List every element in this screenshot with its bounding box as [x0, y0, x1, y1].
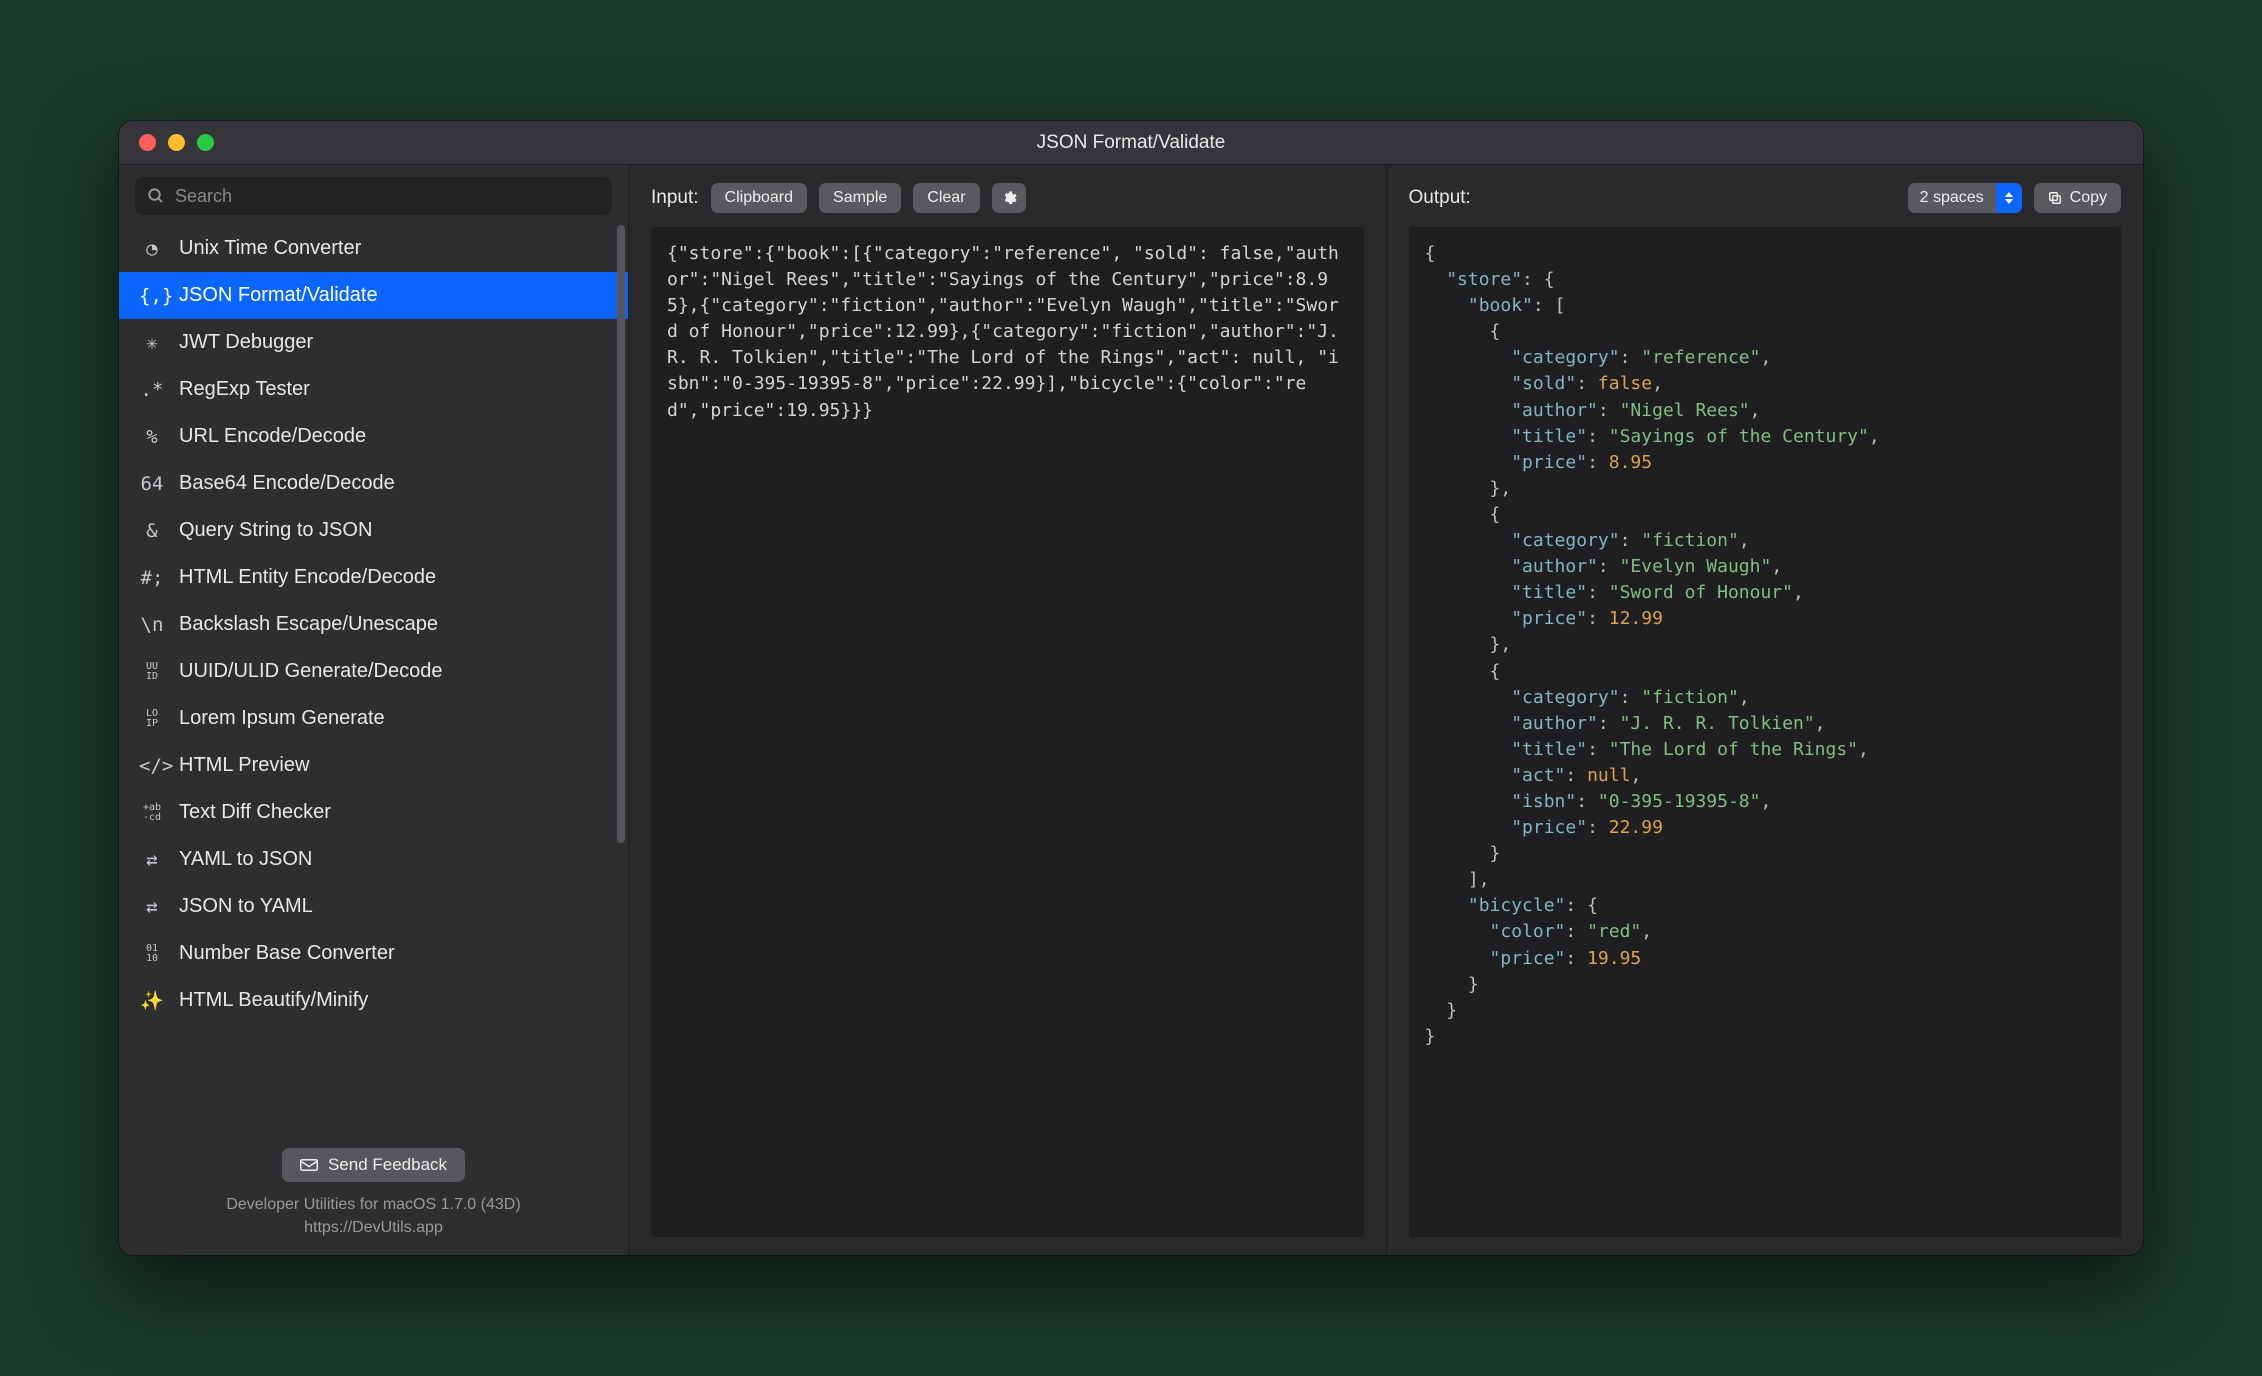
clock-icon: ◔	[139, 238, 165, 260]
sidebar-item-label: URL Encode/Decode	[179, 425, 366, 448]
sidebar-item-label: HTML Entity Encode/Decode	[179, 566, 436, 589]
footer-url: https://DevUtils.app	[129, 1217, 618, 1239]
sidebar-item-label: Number Base Converter	[179, 942, 395, 965]
sidebar-footer: Developer Utilities for macOS 1.7.0 (43D…	[119, 1190, 628, 1245]
sample-button[interactable]: Sample	[819, 183, 901, 213]
bslash-icon: \n	[139, 614, 165, 636]
minimize-window-button[interactable]	[168, 134, 185, 151]
settings-button[interactable]	[992, 183, 1026, 213]
clipboard-button[interactable]: Clipboard	[711, 183, 807, 213]
app-window: JSON Format/Validate ◔ Unix Time Converte…	[119, 121, 2143, 1255]
sidebar-item[interactable]: </> HTML Preview	[119, 742, 628, 789]
wand-icon: ✨	[139, 989, 165, 1012]
uuid-icon: UU ID	[139, 662, 165, 682]
maximize-window-button[interactable]	[197, 134, 214, 151]
sidebar-item-label: Query String to JSON	[179, 519, 372, 542]
input-pane: Input: Clipboard Sample Clear {"store":{…	[629, 165, 1386, 1255]
output-pane: Output: 2 spaces Copy	[1386, 165, 2144, 1255]
sidebar-item-label: JWT Debugger	[179, 331, 313, 354]
bits-icon: 01 10	[139, 944, 165, 964]
sidebar-item-label: RegExp Tester	[179, 378, 310, 401]
diff-icon: +ab -cd	[139, 803, 165, 823]
tool-list: ◔ Unix Time Converter {,} JSON Format/Valid…	[119, 225, 628, 1134]
sidebar-item[interactable]: {,} JSON Format/Validate	[119, 272, 628, 319]
sidebar-item-label: Lorem Ipsum Generate	[179, 707, 385, 730]
gear-icon	[1001, 190, 1017, 206]
input-textarea[interactable]: {"store":{"book":[{"category":"reference…	[651, 227, 1364, 1237]
pct-icon: %	[139, 426, 165, 448]
titlebar: JSON Format/Validate	[119, 121, 2143, 165]
input-label: Input:	[651, 187, 699, 209]
amp-icon: &	[139, 520, 165, 542]
copy-icon	[2048, 191, 2062, 205]
sidebar-item-label: Unix Time Converter	[179, 237, 361, 260]
search-icon	[147, 187, 165, 205]
sidebar-item[interactable]: +ab -cd Text Diff Checker	[119, 789, 628, 836]
send-feedback-label: Send Feedback	[328, 1155, 447, 1175]
sidebar-item-label: HTML Preview	[179, 754, 309, 777]
sidebar-item-label: JSON to YAML	[179, 895, 313, 918]
copy-button[interactable]: Copy	[2034, 183, 2121, 213]
search-input[interactable]	[135, 177, 612, 215]
sidebar-item[interactable]: 01 10 Number Base Converter	[119, 930, 628, 977]
sidebar-item[interactable]: &Query String to JSON	[119, 507, 628, 554]
main-area: Input: Clipboard Sample Clear {"store":{…	[629, 165, 2143, 1255]
sidebar-item[interactable]: ◔ Unix Time Converter	[119, 225, 628, 272]
sidebar-item[interactable]: ✨ HTML Beautify/Minify	[119, 977, 628, 1024]
sidebar-item[interactable]: UU ID UUID/ULID Generate/Decode	[119, 648, 628, 695]
b64-icon: 64	[139, 473, 165, 495]
sidebar-item-label: YAML to JSON	[179, 848, 312, 871]
sidebar-item-label: Base64 Encode/Decode	[179, 472, 395, 495]
sidebar-item[interactable]: LO IP Lorem Ipsum Generate	[119, 695, 628, 742]
sidebar-item[interactable]: ⇄ JSON to YAML	[119, 883, 628, 930]
chevron-up-down-icon	[1996, 183, 2022, 213]
send-feedback-button[interactable]: Send Feedback	[282, 1148, 465, 1182]
lorem-icon: LO IP	[139, 709, 165, 729]
traffic-lights	[119, 134, 214, 151]
sidebar-item[interactable]: #; HTML Entity Encode/Decode	[119, 554, 628, 601]
indent-value: 2 spaces	[1908, 189, 1996, 207]
braces-icon: {,}	[139, 285, 165, 307]
footer-version: Developer Utilities for macOS 1.7.0 (43D…	[129, 1194, 618, 1216]
close-window-button[interactable]	[139, 134, 156, 151]
output-label: Output:	[1409, 187, 1471, 209]
copy-label: Copy	[2070, 189, 2107, 207]
sidebar-item[interactable]: 64 Base64 Encode/Decode	[119, 460, 628, 507]
jwt-icon: ✳	[139, 332, 165, 354]
clear-button[interactable]: Clear	[913, 183, 979, 213]
sidebar-item[interactable]: ✳ JWT Debugger	[119, 319, 628, 366]
swap-icon: ⇄	[139, 849, 165, 871]
mail-icon	[300, 1159, 318, 1171]
sidebar-item[interactable]: \n Backslash Escape/Unescape	[119, 601, 628, 648]
sidebar-item[interactable]: ⇄ YAML to JSON	[119, 836, 628, 883]
swap-icon: ⇄	[139, 896, 165, 918]
hash-icon: #;	[139, 567, 165, 589]
sidebar-item-label: JSON Format/Validate	[179, 284, 378, 307]
output-textarea[interactable]: { "store": { "book": [ { "category": "re…	[1409, 227, 2122, 1237]
window-title: JSON Format/Validate	[119, 132, 2143, 154]
sidebar-scrollbar[interactable]	[617, 225, 625, 843]
sidebar-item-label: Text Diff Checker	[179, 801, 331, 824]
sidebar-item-label: HTML Beautify/Minify	[179, 989, 368, 1012]
sidebar: ◔ Unix Time Converter {,} JSON Format/Valid…	[119, 165, 629, 1255]
indent-select[interactable]: 2 spaces	[1908, 183, 2022, 213]
sidebar-item-label: Backslash Escape/Unescape	[179, 613, 438, 636]
sidebar-item[interactable]: .* RegExp Tester	[119, 366, 628, 413]
tags-icon: </>	[139, 755, 165, 777]
regex-icon: .*	[139, 379, 165, 401]
sidebar-item[interactable]: % URL Encode/Decode	[119, 413, 628, 460]
sidebar-item-label: UUID/ULID Generate/Decode	[179, 660, 442, 683]
